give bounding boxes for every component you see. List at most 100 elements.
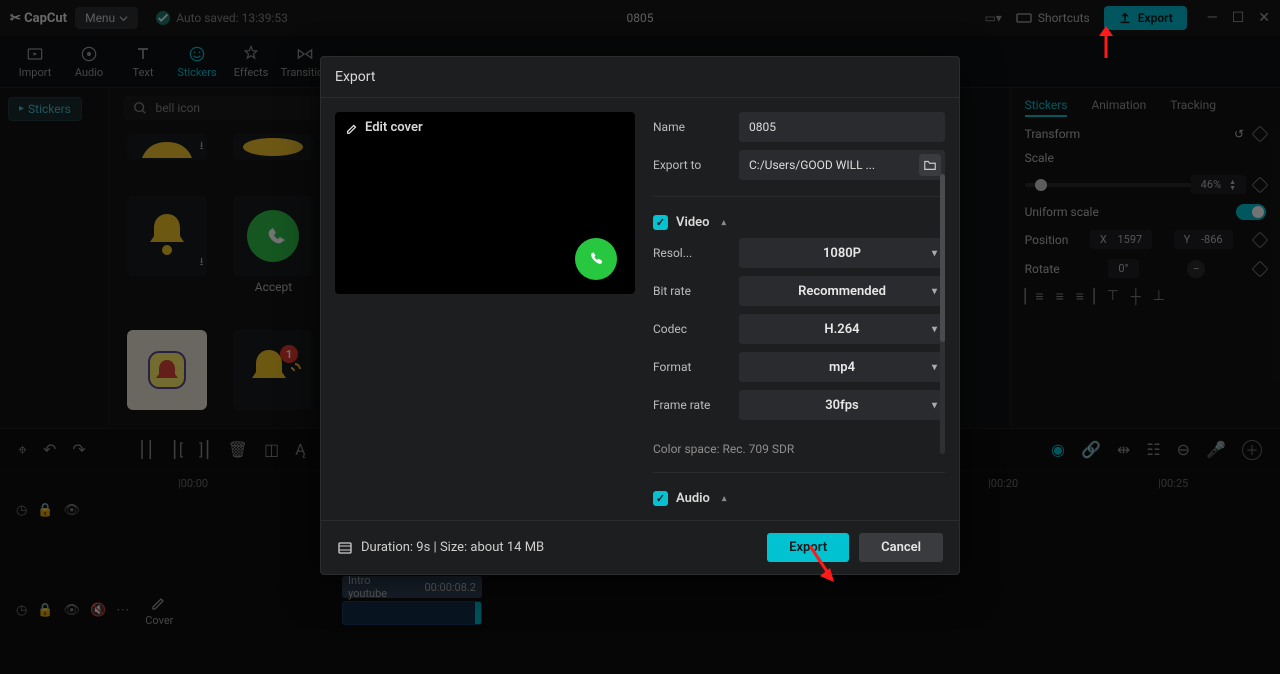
collapse-icon[interactable]: ▴ [722,494,727,504]
keyframe-icon[interactable] [1252,126,1269,143]
link-icon[interactable]: 🔗 [1081,440,1101,459]
align-bottom-icon[interactable]: ⊥ [1153,288,1165,305]
text-icon[interactable]: Ą [295,440,305,459]
align-mid-icon[interactable]: ┼ [1131,288,1141,305]
align-top-icon[interactable]: ⊤ [1107,288,1119,305]
sticker-item[interactable]: ⭳ [123,196,211,294]
crop-icon[interactable]: ◫ [264,440,279,459]
undo-icon[interactable]: ↶ [43,440,56,459]
chevron-down-icon: ▾ [932,286,937,297]
cover-preview: Edit cover [335,112,635,294]
align-center-icon[interactable]: ≡ [1056,288,1064,305]
scale-value[interactable]: 46%▲▼ [1191,175,1246,194]
rotate-input[interactable]: 0° [1108,259,1138,278]
posx-input[interactable]: X 1597 [1090,230,1152,249]
clock-icon[interactable]: ◷ [16,603,27,618]
align-left-icon[interactable]: ▏≡ [1025,288,1044,305]
colorspace-text: Color space: Rec. 709 SDR [653,442,945,456]
tool-effects[interactable]: Effects [224,44,278,79]
minus-icon[interactable]: − [1187,260,1205,278]
split-icon[interactable]: ⎮⎮ [138,440,155,459]
cursor-icon[interactable]: ⌖ [18,440,27,460]
tab-tracking[interactable]: Tracking [1170,98,1216,117]
mute-icon[interactable]: 🔇 [90,603,106,618]
lock-icon[interactable]: 🔒 [37,603,53,618]
collapse-icon[interactable]: ▴ [722,218,727,228]
trim-right-icon[interactable]: ]⎮ [199,440,212,459]
delete-icon[interactable]: 🗑 [228,440,248,459]
track-head: ◷ 🔒 👁 [12,495,172,526]
eye-icon[interactable]: 👁 [64,503,81,518]
modal-cancel-button[interactable]: Cancel [859,533,943,562]
audio-checkbox[interactable]: ✓ [653,491,668,506]
video-clip[interactable]: Intro youtube 00:00:08.2 [342,576,482,598]
scrollbar[interactable] [940,174,945,454]
sidebar-item-stickers[interactable]: Stickers [8,97,82,121]
posy-input[interactable]: Y -866 [1174,230,1233,249]
window-close-icon[interactable]: ✕ [1258,10,1270,26]
format-label: Format [653,360,729,374]
tool-audio[interactable]: Audio [62,44,116,79]
bitrate-select[interactable]: Recommended▾ [739,276,945,306]
menu-button[interactable]: Menu [75,7,138,29]
search-icon [133,101,147,115]
tool-import[interactable]: Import [8,44,62,79]
window-maximize-icon[interactable]: ☐ [1232,10,1245,26]
shortcuts-button[interactable]: Shortcuts [1016,10,1090,26]
titlebar: ✂ CapCut Menu Auto saved: 13:39:53 0805 … [0,0,1280,36]
chevron-down-icon [119,14,128,23]
mic-icon[interactable]: 🎤 [1206,440,1226,459]
tool-stickers[interactable]: Stickers [170,44,224,79]
keyframe-icon[interactable] [1252,231,1269,248]
aspect-icon[interactable]: ▭▾ [984,11,1001,25]
folder-icon [923,158,937,172]
tab-stickers[interactable]: Stickers [1025,98,1068,117]
sticker-item[interactable]: Accept [229,196,317,294]
name-input[interactable]: 0805 [739,112,945,142]
clock-icon[interactable]: ◷ [16,503,27,518]
browse-folder-button[interactable] [919,154,941,176]
tab-animation[interactable]: Animation [1091,98,1146,117]
trim-left-icon[interactable]: ⎮[ [171,440,184,459]
edit-cover-button[interactable]: Edit cover [345,120,423,135]
format-select[interactable]: mp4▾ [739,352,945,382]
resolution-label: Resol... [653,246,729,260]
exportto-input[interactable]: C:/Users/GOOD WILL ... [739,150,945,180]
exportto-label: Export to [653,158,729,172]
modal-export-button[interactable]: Export [767,533,849,562]
export-info: Duration: 9s | Size: about 14 MB [337,540,544,556]
resolution-select[interactable]: 1080P▾ [739,238,945,268]
window-minimize-icon[interactable]: — [1207,10,1218,26]
tool-text[interactable]: Text [116,44,170,79]
redo-icon[interactable]: ↷ [72,440,85,459]
video-section-label: Video [676,215,710,230]
sticker-item[interactable]: 1 [229,330,317,410]
remove-icon[interactable]: ⊖ [1177,440,1190,459]
caption-icon[interactable]: ☷ [1146,440,1160,459]
chevron-down-icon: ▾ [932,400,937,411]
eye-icon[interactable]: 👁 [64,603,81,618]
reset-icon[interactable]: ↺ [1234,127,1244,141]
export-button[interactable]: Export [1104,6,1187,30]
fps-select[interactable]: 30fps▾ [739,390,945,420]
sticker-label: Accept [255,280,292,294]
lock-icon[interactable]: 🔒 [37,503,53,518]
add-track-icon[interactable]: ＋ [1242,440,1262,460]
keyframe-icon[interactable] [1252,260,1269,277]
audio-section-label: Audio [676,491,710,506]
sticker-item[interactable]: ⭳ [123,134,211,160]
sticker-item[interactable] [123,330,211,410]
ungroup-icon[interactable]: ⇹ [1117,440,1130,459]
more-icon[interactable]: ⋯ [116,603,129,618]
codec-select[interactable]: H.264▾ [739,314,945,344]
video-checkbox[interactable]: ✓ [653,215,668,230]
align-right-icon[interactable]: ≡▕ [1076,288,1095,305]
chevron-down-icon: ▾ [932,362,937,373]
marker-icon[interactable]: ◉ [1051,440,1065,459]
sticker-item[interactable] [229,134,317,160]
keyframe-icon[interactable] [1252,176,1269,193]
uniform-toggle[interactable] [1236,204,1266,220]
cover-button[interactable]: Cover [145,594,173,627]
keyboard-icon [1016,10,1032,26]
video-clip-thumb[interactable] [342,601,482,625]
